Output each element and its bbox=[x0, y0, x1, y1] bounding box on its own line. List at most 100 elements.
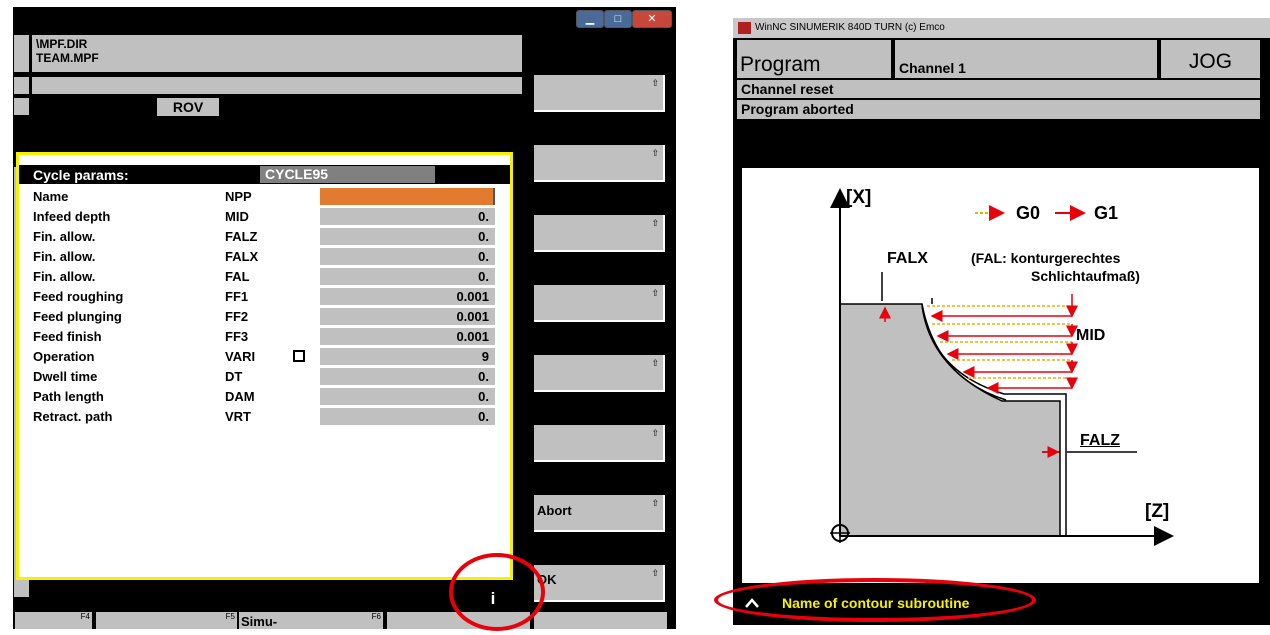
f4-label: F4 bbox=[80, 612, 90, 621]
falx-label: FALX bbox=[887, 250, 928, 267]
param-code: DT bbox=[225, 369, 243, 384]
sidebar-strip-top bbox=[14, 35, 29, 72]
param-code: VRT bbox=[225, 409, 251, 424]
param-name: Feed finish bbox=[33, 329, 102, 344]
status-channel-reset: Channel reset bbox=[737, 80, 1260, 98]
toggle-icon[interactable] bbox=[293, 350, 305, 362]
g0-label: G0 bbox=[1016, 203, 1041, 223]
param-value-field[interactable]: 0. bbox=[320, 388, 495, 405]
param-code: FAL bbox=[225, 269, 250, 284]
param-row[interactable]: Infeed depth MID 0. bbox=[33, 207, 511, 226]
arrow-up-icon: ⇧ bbox=[651, 78, 659, 88]
param-row[interactable]: Name NPP bbox=[33, 187, 511, 206]
param-value-field[interactable]: 0.001 bbox=[320, 288, 495, 305]
param-code: FALZ bbox=[225, 229, 258, 244]
param-code: FF2 bbox=[225, 309, 249, 324]
softkey-3[interactable]: ⇧ bbox=[534, 215, 665, 252]
param-value-field[interactable]: 0. bbox=[320, 368, 495, 385]
param-value-field[interactable]: 0. bbox=[320, 408, 495, 425]
param-row[interactable]: Path length DAM 0. bbox=[33, 387, 511, 406]
f6-key[interactable]: Simu- F6 bbox=[239, 612, 383, 629]
param-name: Feed roughing bbox=[33, 289, 124, 304]
sidebar-strip-3 bbox=[14, 98, 29, 115]
fal-note-2: Schlichtaufmaß) bbox=[1031, 268, 1140, 284]
param-value-field[interactable]: 0. bbox=[320, 268, 495, 285]
highlight-ellipse-info bbox=[449, 553, 545, 631]
param-row[interactable]: Feed finish FF3 0.001 bbox=[33, 327, 511, 346]
param-row[interactable]: Retract. path VRT 0. bbox=[33, 407, 511, 426]
param-code: FF1 bbox=[225, 289, 249, 304]
param-name: Infeed depth bbox=[33, 209, 111, 224]
turning-diagram-svg bbox=[830, 188, 1174, 546]
area-field: Program bbox=[737, 40, 891, 78]
param-value-field[interactable]: 9 bbox=[320, 348, 495, 365]
g1-label: G1 bbox=[1094, 203, 1119, 223]
arrow-up-icon: ⇧ bbox=[651, 498, 659, 508]
param-name: Dwell time bbox=[33, 369, 98, 384]
f4-key[interactable]: F4 bbox=[15, 612, 92, 629]
softkey-6[interactable]: ⇧ bbox=[534, 425, 665, 462]
arrow-up-icon: ⇧ bbox=[651, 288, 659, 298]
cycle-name: CYCLE95 bbox=[260, 166, 435, 183]
arrow-up-icon: ⇧ bbox=[651, 218, 659, 228]
param-name: Fin. allow. bbox=[33, 249, 96, 264]
softkey-2[interactable]: ⇧ bbox=[534, 145, 665, 182]
close-button[interactable]: ✕ bbox=[632, 10, 672, 28]
mode-label: JOG bbox=[1188, 50, 1233, 73]
param-value-field[interactable]: 0.001 bbox=[320, 308, 495, 325]
arrow-up-icon: ⇧ bbox=[651, 428, 659, 438]
cycle-diagram: [X] [Z] G0 G1 FALX (FAL: konturgerechtes… bbox=[742, 168, 1259, 583]
status-bar bbox=[32, 77, 522, 94]
param-value-field[interactable]: 0. bbox=[320, 208, 495, 225]
f6-label: F6 bbox=[371, 612, 381, 621]
area-label: Program bbox=[740, 53, 821, 76]
abort-softkey[interactable]: Abort ⇧ bbox=[534, 495, 665, 532]
param-name: Fin. allow. bbox=[33, 269, 96, 284]
ok-softkey[interactable]: OK ⇧ bbox=[534, 565, 665, 602]
program-path: \MPF.DIR TEAM.MPF bbox=[32, 35, 522, 72]
mode-field: JOG bbox=[1161, 40, 1260, 78]
param-value-field[interactable]: 0. bbox=[320, 248, 495, 265]
param-name: Name bbox=[33, 189, 69, 204]
help-window: WinNC SINUMERIK 840D TURN (c) Emco Progr… bbox=[733, 18, 1270, 625]
channel-field: Channel 1 bbox=[895, 40, 1157, 78]
axis-x-label: [X] bbox=[846, 187, 872, 208]
param-code: FF3 bbox=[225, 329, 249, 344]
param-value-field[interactable]: 0. bbox=[320, 228, 495, 245]
arrow-up-icon: ⇧ bbox=[651, 148, 659, 158]
cycle-params-dialog: Cycle params: CYCLE95 Name NPP Infeed dept… bbox=[16, 152, 513, 580]
path-line-2: TEAM.MPF bbox=[36, 51, 99, 65]
f5-key[interactable]: F5 bbox=[96, 612, 237, 629]
param-value-field[interactable]: 0.001 bbox=[320, 328, 495, 345]
softkey-1[interactable]: ⇧ bbox=[534, 75, 665, 112]
param-code: FALX bbox=[225, 249, 259, 264]
param-code: MID bbox=[225, 209, 249, 224]
dialog-title-bar: Cycle params: CYCLE95 bbox=[19, 165, 510, 184]
param-code: DAM bbox=[225, 389, 255, 404]
status-program-aborted: Program aborted bbox=[737, 100, 1260, 119]
f8-key[interactable] bbox=[534, 612, 667, 629]
sidebar-strip-2 bbox=[14, 77, 29, 94]
param-row[interactable]: Feed roughing FF1 0.001 bbox=[33, 287, 511, 306]
param-row[interactable]: Fin. allow. FAL 0. bbox=[33, 267, 511, 286]
param-name: Operation bbox=[33, 349, 95, 364]
param-name: Fin. allow. bbox=[33, 229, 96, 244]
window-title: WinNC SINUMERIK 840D TURN (c) Emco bbox=[755, 22, 945, 33]
app-icon bbox=[738, 22, 751, 34]
highlight-ellipse-hint bbox=[714, 578, 1036, 622]
param-row[interactable]: Dwell time DT 0. bbox=[33, 367, 511, 386]
rov-indicator: ROV bbox=[157, 98, 219, 116]
path-line-1: \MPF.DIR bbox=[36, 37, 88, 51]
arrow-up-icon: ⇧ bbox=[651, 358, 659, 368]
param-row[interactable]: Feed plunging FF2 0.001 bbox=[33, 307, 511, 326]
f5-label: F5 bbox=[225, 612, 235, 621]
param-row[interactable]: Fin. allow. FALZ 0. bbox=[33, 227, 511, 246]
param-value-field[interactable] bbox=[320, 188, 495, 205]
minimize-button[interactable]: ▁ bbox=[576, 10, 604, 28]
param-row[interactable]: Fin. allow. FALX 0. bbox=[33, 247, 511, 266]
workpiece-shape bbox=[839, 303, 1061, 537]
softkey-4[interactable]: ⇧ bbox=[534, 285, 665, 322]
maximize-button[interactable]: □ bbox=[604, 10, 632, 28]
param-row[interactable]: Operation VARI 9 bbox=[33, 347, 511, 366]
softkey-5[interactable]: ⇧ bbox=[534, 355, 665, 392]
